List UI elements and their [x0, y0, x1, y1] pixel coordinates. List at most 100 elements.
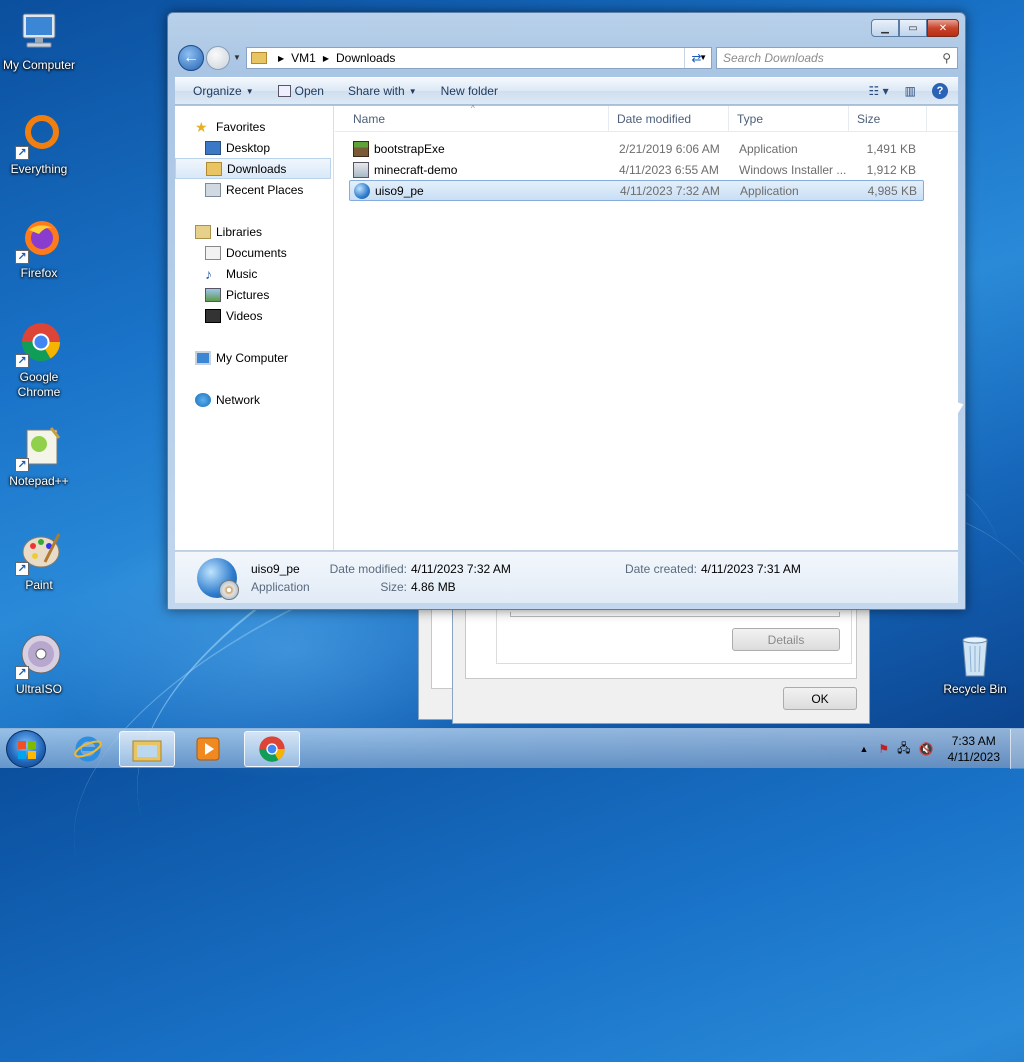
show-hidden-icons-icon[interactable]: ▲	[859, 744, 868, 754]
new-folder-button[interactable]: New folder	[429, 84, 510, 98]
start-button[interactable]	[6, 730, 46, 768]
breadcrumb-separator-icon[interactable]: ▶	[278, 54, 284, 63]
nav-music[interactable]: ♪ Music	[175, 263, 333, 284]
taskbar-windows-explorer[interactable]	[119, 731, 175, 767]
nav-my-computer[interactable]: My Computer	[175, 347, 333, 368]
nav-recent-places[interactable]: Recent Places	[175, 179, 333, 200]
chrome-icon: ↗	[15, 320, 63, 368]
column-header-name[interactable]: Name ^	[335, 104, 609, 131]
details-date-created: 4/11/2023 7:31 AM	[701, 561, 801, 576]
back-button[interactable]: ←	[178, 45, 204, 71]
breadcrumb-downloads[interactable]: Downloads	[336, 51, 395, 65]
nav-desktop[interactable]: Desktop	[175, 137, 333, 158]
nav-documents[interactable]: Documents	[175, 242, 333, 263]
file-type: Application	[739, 141, 798, 156]
share-with-button[interactable]: Share with ▼	[336, 84, 429, 98]
nav-libraries[interactable]: Libraries	[175, 221, 333, 242]
help-icon[interactable]: ?	[932, 83, 948, 99]
desktop-icon-google-chrome[interactable]: ↗ Google Chrome	[0, 320, 78, 400]
desktop-icon-label: Paint	[25, 578, 53, 592]
network-icon[interactable]: 🖧	[897, 739, 910, 760]
desktop-icon-recycle-bin[interactable]: Recycle Bin	[936, 632, 1014, 697]
forward-button[interactable]	[206, 46, 230, 70]
file-date: 2/21/2019 6:06 AM	[619, 141, 720, 156]
nav-label: Libraries	[216, 224, 263, 239]
volume-muted-icon[interactable]: 🔇	[919, 742, 934, 756]
desktop-icon-my-computer[interactable]: My Computer	[0, 8, 78, 73]
column-header-date-modified[interactable]: Date modified	[609, 106, 729, 131]
change-view-icon[interactable]: ☷ ▾	[869, 84, 889, 98]
file-name: minecraft-demo	[374, 162, 458, 177]
desktop-icon-everything[interactable]: ↗ Everything	[0, 112, 78, 177]
folder-icon	[251, 52, 267, 64]
file-date: 4/11/2023 7:32 AM	[620, 183, 720, 198]
close-button[interactable]: ✕	[927, 19, 959, 37]
details-button[interactable]: Details	[732, 628, 840, 651]
file-row-selected[interactable]: uiso9_pe 4/11/2023 7:32 AM Application 4…	[349, 180, 924, 201]
clock-date: 4/11/2023	[947, 750, 1001, 764]
file-type: Application	[740, 183, 799, 198]
command-toolbar: Organize ▼ Open Share with ▼ New folder ☷ …	[175, 77, 958, 105]
taskbar-internet-explorer[interactable]	[60, 731, 116, 767]
nav-label: Videos	[226, 308, 263, 323]
shortcut-arrow-icon: ↗	[15, 458, 29, 472]
file-row[interactable]: minecraft-demo 4/11/2023 6:55 AM Windows…	[349, 159, 924, 180]
desktop-icon-paint[interactable]: ↗ Paint	[0, 528, 78, 593]
file-size: 1,491 KB	[866, 141, 916, 156]
breadcrumb-vm1[interactable]: VM1	[291, 51, 316, 65]
details-grid: uiso9_pe Date modified: 4/11/2023 7:32 A…	[251, 562, 821, 594]
search-icon[interactable]: ⚲	[942, 51, 951, 65]
column-label: Size	[857, 111, 881, 126]
column-header-size[interactable]: Size	[849, 106, 927, 131]
nav-label: My Computer	[216, 350, 289, 365]
shortcut-arrow-icon: ↗	[15, 562, 29, 576]
window-caption-buttons: ▁ ▭ ✕	[871, 19, 959, 37]
refresh-button[interactable]: ⇄	[684, 48, 708, 68]
navigation-pane: ★ Favorites Desktop Downloads Recent Plac…	[175, 106, 334, 550]
taskbar: ▲ ⚑ 🖧 🔇 7:33 AM 4/11/2023	[0, 728, 1024, 769]
preview-pane-icon[interactable]: ▥	[905, 84, 916, 98]
nav-favorites[interactable]: ★ Favorites	[175, 116, 333, 137]
details-label: Size:	[380, 579, 407, 594]
taskbar-google-chrome[interactable]	[244, 731, 300, 767]
clock-time: 7:33 AM	[951, 734, 996, 748]
ok-button[interactable]: OK	[783, 687, 857, 710]
column-label: Date modified	[617, 111, 692, 126]
nav-downloads[interactable]: Downloads	[175, 158, 331, 179]
explorer-window: ▁ ▭ ✕ ← ▼ ▶ VM1 ▶ Downloads ▼ ⇄ Search D…	[167, 12, 966, 610]
nav-videos[interactable]: Videos	[175, 305, 333, 326]
maximize-button[interactable]: ▭	[899, 19, 927, 37]
details-pane: uiso9_pe Date modified: 4/11/2023 7:32 A…	[175, 552, 958, 603]
recent-pages-dropdown[interactable]: ▼	[233, 53, 241, 62]
file-date: 4/11/2023 6:55 AM	[619, 162, 719, 177]
taskbar-media-player[interactable]	[180, 731, 236, 767]
shortcut-arrow-icon: ↗	[15, 146, 29, 160]
file-row[interactable]: bootstrapExe 2/21/2019 6:06 AM Applicati…	[349, 138, 924, 159]
nav-pictures[interactable]: Pictures	[175, 284, 333, 305]
search-input[interactable]: Search Downloads ⚲	[716, 47, 958, 69]
desktop-icon-ultraiso[interactable]: ↗ UltraISO	[0, 632, 78, 697]
show-desktop-button[interactable]	[1010, 729, 1024, 769]
minimize-button[interactable]: ▁	[871, 19, 899, 37]
organize-button[interactable]: Organize ▼	[175, 84, 266, 98]
open-button[interactable]: Open	[266, 84, 336, 98]
address-bar[interactable]: ▶ VM1 ▶ Downloads ▼	[246, 47, 712, 69]
file-size: 4,985 KB	[867, 183, 917, 198]
installer-icon	[353, 161, 369, 178]
sort-indicator-icon: ^	[471, 104, 475, 113]
minecraft-block-icon	[353, 140, 369, 157]
desktop-icon-notepad-plus-plus[interactable]: ↗ Notepad++	[0, 424, 78, 489]
nav-network[interactable]: Network	[175, 389, 333, 410]
libraries-icon	[195, 224, 211, 239]
breadcrumb-separator-icon[interactable]: ▶	[323, 54, 329, 63]
background-dialog: Details OK	[452, 600, 870, 724]
desktop-icon-label: Everything	[10, 162, 68, 176]
desktop-icon-firefox[interactable]: ↗ Firefox	[0, 216, 78, 281]
clock[interactable]: 7:33 AM 4/11/2023	[938, 733, 1011, 765]
column-header-type[interactable]: Type	[729, 106, 849, 131]
column-label: Type	[737, 111, 764, 126]
nav-label: Documents	[226, 245, 287, 260]
explorer-body: ★ Favorites Desktop Downloads Recent Plac…	[175, 104, 958, 551]
action-center-flag-icon[interactable]: ⚑	[878, 742, 889, 756]
recycle-bin-icon	[951, 632, 999, 680]
